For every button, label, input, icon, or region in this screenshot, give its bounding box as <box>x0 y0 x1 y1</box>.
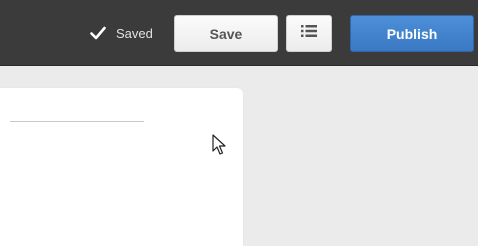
top-toolbar: Saved Save Publish <box>0 0 478 66</box>
save-button[interactable]: Save <box>174 15 278 52</box>
save-status-label: Saved <box>116 25 153 41</box>
checkmark-icon <box>90 25 106 41</box>
list-view-button[interactable] <box>286 15 332 52</box>
list-icon <box>301 24 317 43</box>
mouse-cursor-icon <box>212 134 226 156</box>
save-status: Saved <box>90 22 153 44</box>
editor-panel[interactable] <box>0 88 243 246</box>
editor-divider <box>10 121 144 122</box>
publish-button[interactable]: Publish <box>350 15 474 52</box>
